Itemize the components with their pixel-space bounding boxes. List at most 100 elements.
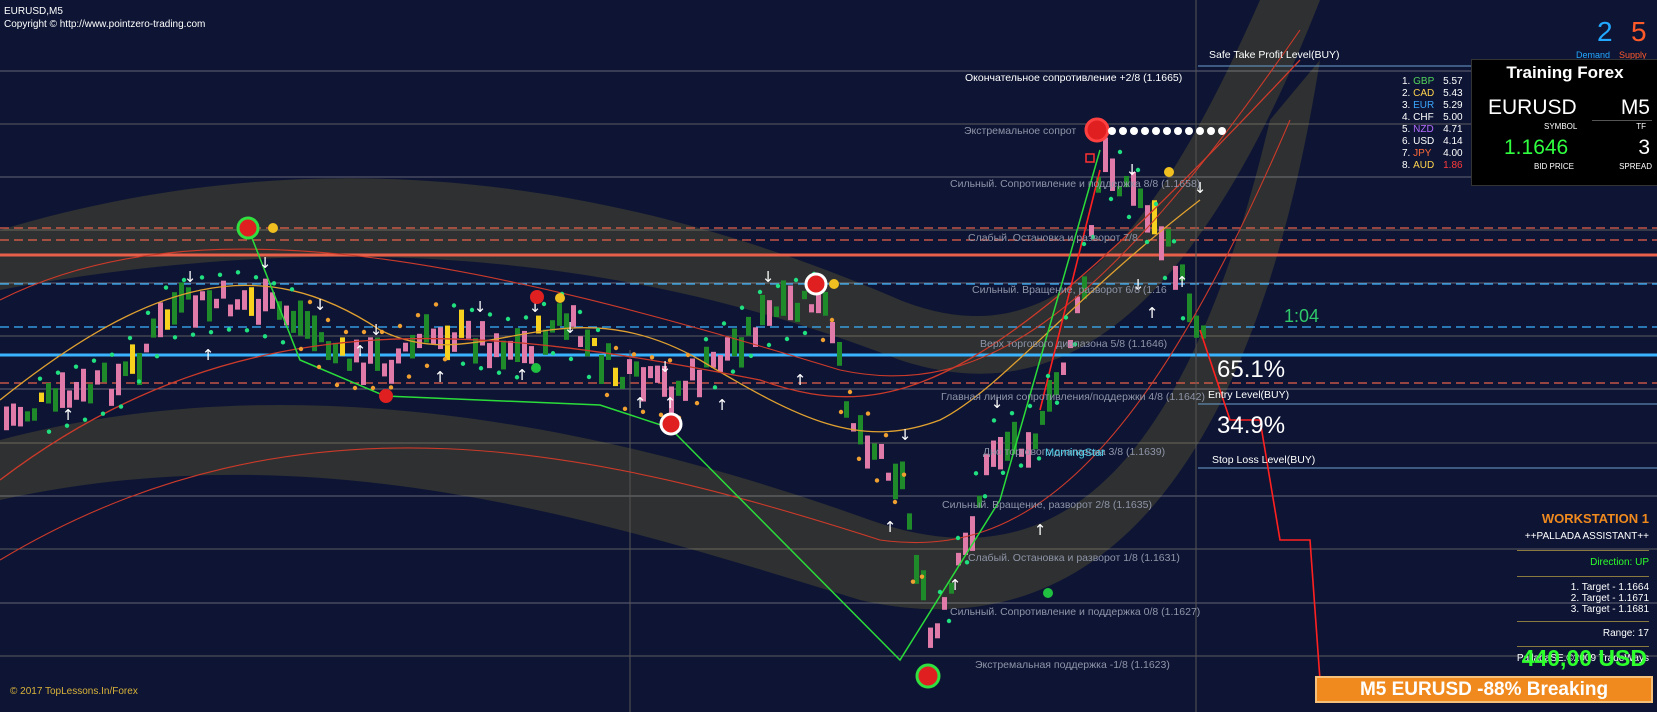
candle [823, 291, 828, 316]
strength-value: 4.00 [1443, 148, 1463, 159]
candle [375, 337, 380, 371]
workstation-range: Range: 17 [1516, 621, 1649, 640]
stop-loss-label: Stop Loss Level(BUY) [1212, 454, 1316, 466]
sar-dot [892, 499, 898, 505]
candle [914, 554, 919, 584]
sar-dot [199, 275, 205, 280]
arrow-down-icon: ↓ [474, 298, 487, 316]
level-5-8-label: Верх торгового диапазона 5/8 (1.1646) [980, 338, 1168, 350]
candle [494, 333, 499, 358]
breaking-banner: M5 EURUSD -88% Breaking [1315, 676, 1653, 703]
arrow-down-icon: ↓ [184, 268, 197, 286]
sar-dot [109, 352, 115, 357]
currency-strength-row: 7. JPY 4.00 [1402, 148, 1463, 160]
workstation-title: WORKSTATION 1 [1541, 511, 1649, 526]
strength-code: AUD [1413, 160, 1435, 171]
sar-dot [100, 411, 106, 416]
level-0-8-label: Сильный. Сопротивление и поддержка 0/8 (… [950, 606, 1201, 618]
info-panel-title: Training Forex [1506, 63, 1624, 82]
candle [214, 298, 219, 309]
sar-dot [352, 385, 358, 391]
candle [529, 346, 534, 364]
sar-dot [478, 366, 484, 371]
arrow-up-icon: ↑ [434, 368, 447, 386]
candle [795, 302, 800, 322]
candle [613, 367, 618, 387]
sar-dot [991, 418, 997, 423]
profit-display: 440,00 USD [1521, 645, 1647, 671]
sar-dot [856, 456, 862, 461]
sar-dot [568, 356, 574, 362]
chart-window[interactable]: ↓ ↓ ↓ ↓ ↓ ↓ ↓ ↓ ↓ ↓ ↓ ↓ ↓ ↓ ↑ ↑ ↑ ↑ ↑ ↑ ↑ ↑ ↑ ↑ ↑ ↑ ↑ ↑ EURUSD,M5 C… [0, 0, 1657, 712]
candle [1103, 137, 1108, 173]
candle [396, 348, 401, 364]
signal-dot [379, 389, 393, 403]
candle [683, 380, 688, 401]
sar-dot [370, 385, 376, 391]
sar-dot [298, 346, 304, 352]
strength-rank: 8. [1402, 160, 1414, 171]
sar-dot [541, 301, 547, 307]
indicator-overlays: ↓↓↓↓↓ ↓↓↓↓↓↓↓↓↓↑↑ ↑↑ ↑↑ ↑ ↑↑↑↑↑↑↑ [0, 29, 1321, 689]
entry-percent-down: 34.9% [1217, 412, 1286, 439]
candle [732, 328, 737, 357]
sar-dot [190, 332, 196, 337]
candle [585, 329, 590, 357]
currency-strength-row: 5. NZD 4.71 [1402, 124, 1463, 136]
candle [368, 337, 373, 364]
candle [1194, 315, 1199, 338]
candle [697, 369, 702, 398]
sar-dot [577, 309, 583, 315]
strength-value: 4.14 [1443, 136, 1463, 147]
sar-dot [1162, 275, 1168, 281]
sar-dot [325, 317, 331, 323]
sar-dot [946, 618, 952, 624]
footer-copyright: © 2017 TopLessons.In/Forex [10, 686, 138, 697]
white-dot [1196, 127, 1204, 135]
sar-dot [64, 423, 70, 428]
info-symbol-caption: SYMBOL [1544, 122, 1578, 131]
info-bid-price: 1.1646 [1504, 136, 1569, 159]
entry-level-label: Entry Level(BUY) [1208, 389, 1290, 401]
arrow-up-icon: ↑ [1146, 304, 1159, 322]
strength-rank: 3. [1402, 100, 1414, 111]
candle [557, 303, 562, 326]
sar-dot [1126, 214, 1132, 220]
candle [858, 415, 863, 445]
candle [907, 513, 912, 530]
sar-dot [1009, 411, 1015, 416]
candle [788, 285, 793, 321]
sar-dot [604, 392, 610, 398]
candle [1166, 228, 1171, 247]
yellow-signal-dot [268, 223, 278, 233]
sar-dot [163, 285, 169, 290]
arrow-down-icon: ↓ [762, 268, 775, 286]
signal-sell-circle [804, 272, 828, 296]
level-6-8-label: Сильный. Вращение, разворот 6/8 (1.16 [972, 284, 1167, 296]
yellow-signal-dot [555, 293, 565, 303]
arrow-up-icon: ↑ [516, 366, 529, 384]
sar-dot [523, 315, 529, 320]
sar-dot [874, 478, 880, 483]
sar-dot [712, 385, 718, 390]
sar-dot [649, 355, 655, 360]
candle [130, 344, 135, 374]
candle [543, 329, 548, 355]
candle [942, 597, 947, 610]
arrow-up-icon: ↑ [1034, 521, 1047, 539]
candle [74, 381, 79, 400]
sar-dot [424, 363, 430, 368]
candle [830, 321, 835, 344]
candle [802, 290, 807, 300]
strength-rank: 1. [1402, 76, 1414, 87]
candle [515, 328, 520, 362]
sar-dot [46, 429, 52, 434]
white-dot [1185, 127, 1193, 135]
candle [676, 380, 681, 396]
sar-dot [442, 357, 448, 362]
strength-code: GBP [1413, 76, 1435, 87]
candle [95, 370, 100, 385]
strength-code: USD [1413, 136, 1435, 147]
candle [361, 362, 366, 385]
sar-dot [694, 400, 700, 406]
